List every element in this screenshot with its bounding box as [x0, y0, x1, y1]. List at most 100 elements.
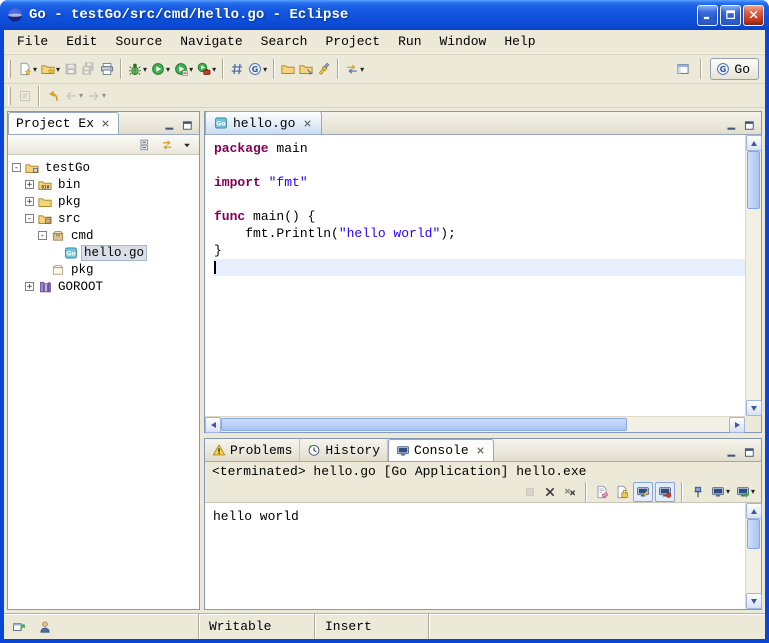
view-menu-button[interactable] [179, 136, 195, 154]
dropdown-arrow-icon[interactable]: ▾ [102, 91, 106, 100]
code-editor[interactable]: package main import "fmt" func main() { fm… [205, 135, 761, 432]
clear-console-button[interactable] [593, 482, 611, 502]
editor-vertical-scrollbar[interactable] [745, 135, 761, 416]
tree-item-cmd[interactable]: -cmd [8, 227, 199, 244]
tree-item-goroot[interactable]: +GOROOT [8, 278, 199, 295]
show-stderr-button[interactable] [655, 482, 675, 502]
expand-toggle[interactable]: - [38, 231, 47, 240]
expand-toggle[interactable]: - [12, 163, 21, 172]
tree-item-testgo[interactable]: -testGo [8, 159, 199, 176]
scrollbar-thumb[interactable] [747, 151, 760, 209]
code-line[interactable]: func main() { [214, 208, 745, 225]
display-console-button[interactable]: ▾ [709, 482, 732, 502]
menu-project[interactable]: Project [316, 31, 389, 52]
annotations-button[interactable] [16, 84, 34, 108]
close-button[interactable] [743, 5, 764, 26]
new-go-element-button[interactable]: ▾ [39, 57, 62, 81]
scrollbar-track[interactable] [746, 519, 761, 593]
menu-navigate[interactable]: Navigate [171, 31, 251, 52]
maximize-button[interactable] [720, 5, 741, 26]
scrollbar-track[interactable] [746, 151, 761, 400]
expand-toggle[interactable]: + [25, 197, 34, 206]
code-area[interactable]: package main import "fmt" func main() { fm… [205, 135, 745, 416]
link-with-editor-button[interactable] [158, 136, 176, 154]
menu-edit[interactable]: Edit [57, 31, 106, 52]
expand-toggle[interactable]: - [25, 214, 34, 223]
collapse-all-button[interactable] [137, 136, 155, 154]
maximize-view-button[interactable] [741, 117, 758, 134]
external-tools-button[interactable]: ▾ [195, 57, 218, 81]
expand-toggle[interactable]: + [25, 180, 34, 189]
team-sync-button[interactable]: ▾ [343, 57, 366, 81]
project-explorer-tab[interactable]: Project Ex [8, 112, 119, 134]
go-element-button[interactable]: G▾ [246, 57, 269, 81]
fast-view-button[interactable] [10, 615, 28, 639]
code-line[interactable]: fmt.Println("hello world"); [214, 225, 745, 242]
dropdown-arrow-icon[interactable]: ▾ [751, 487, 755, 496]
console-tab-console[interactable]: Console [388, 439, 494, 461]
show-stdout-button[interactable] [633, 482, 653, 502]
go-perspective-button[interactable]: G Go [710, 58, 759, 80]
expand-toggle[interactable]: + [25, 282, 34, 291]
save-all-button[interactable] [80, 57, 98, 81]
menu-source[interactable]: Source [106, 31, 171, 52]
scroll-left-button[interactable] [205, 417, 221, 433]
menu-window[interactable]: Window [431, 31, 496, 52]
editor-tab-hello-go[interactable]: Go hello.go [205, 111, 322, 134]
dropdown-arrow-icon[interactable]: ▾ [263, 65, 267, 74]
console-vertical-scrollbar[interactable] [745, 503, 761, 609]
minimize-button[interactable] [697, 5, 718, 26]
close-tab-icon[interactable] [100, 118, 111, 129]
code-line[interactable] [214, 157, 745, 174]
run-button[interactable]: ▾ [149, 57, 172, 81]
last-edit-location-button[interactable] [44, 84, 62, 108]
dropdown-arrow-icon[interactable]: ▾ [360, 65, 364, 74]
code-line[interactable]: package main [214, 140, 745, 157]
print-button[interactable] [98, 57, 116, 81]
console-tab-history[interactable]: History [300, 439, 388, 461]
dropdown-arrow-icon[interactable]: ▾ [56, 65, 60, 74]
menu-search[interactable]: Search [252, 31, 317, 52]
tree-item-pkg[interactable]: +pkg [8, 193, 199, 210]
search-button[interactable] [315, 57, 333, 81]
menu-run[interactable]: Run [389, 31, 430, 52]
maximize-view-button[interactable] [179, 117, 196, 134]
maximize-view-button[interactable] [741, 444, 758, 461]
console-tab-problems[interactable]: Problems [205, 439, 300, 461]
code-line[interactable] [214, 259, 745, 276]
dropdown-arrow-icon[interactable]: ▾ [189, 65, 193, 74]
scroll-down-button[interactable] [746, 593, 762, 609]
minimize-view-button[interactable] [723, 117, 740, 134]
save-button[interactable] [62, 57, 80, 81]
scroll-right-button[interactable] [729, 417, 745, 433]
scroll-up-button[interactable] [746, 503, 762, 519]
scrollbar-thumb[interactable] [747, 519, 760, 549]
run-last-button[interactable]: ▾ [172, 57, 195, 81]
minimize-view-button[interactable] [723, 444, 740, 461]
open-type-button[interactable] [297, 57, 315, 81]
scroll-down-button[interactable] [746, 400, 762, 416]
dropdown-arrow-icon[interactable]: ▾ [79, 91, 83, 100]
scrollbar-track[interactable] [221, 417, 729, 432]
editor-horizontal-scrollbar[interactable] [205, 416, 745, 432]
dropdown-arrow-icon[interactable]: ▾ [726, 487, 730, 496]
open-console-button[interactable]: ▾ [734, 482, 757, 502]
code-line[interactable]: } [214, 242, 745, 259]
remove-all-launches-button[interactable] [561, 482, 579, 502]
scroll-up-button[interactable] [746, 135, 762, 151]
open-perspective-button[interactable] [674, 57, 692, 81]
team-button[interactable] [36, 615, 54, 639]
menu-help[interactable]: Help [495, 31, 544, 52]
tree-item-pkg[interactable]: pkg [8, 261, 199, 278]
back-button[interactable]: ▾ [62, 84, 85, 108]
title-bar[interactable]: Go - testGo/src/cmd/hello.go - Eclipse [0, 0, 769, 30]
dropdown-arrow-icon[interactable]: ▾ [143, 65, 147, 74]
minimize-view-button[interactable] [161, 117, 178, 134]
dropdown-arrow-icon[interactable]: ▾ [166, 65, 170, 74]
code-line[interactable]: import "fmt" [214, 174, 745, 191]
dropdown-arrow-icon[interactable]: ▾ [33, 65, 37, 74]
tree-item-hello-go[interactable]: Gohello.go [8, 244, 199, 261]
menu-file[interactable]: File [8, 31, 57, 52]
tree-item-src[interactable]: -src [8, 210, 199, 227]
code-line[interactable] [214, 191, 745, 208]
